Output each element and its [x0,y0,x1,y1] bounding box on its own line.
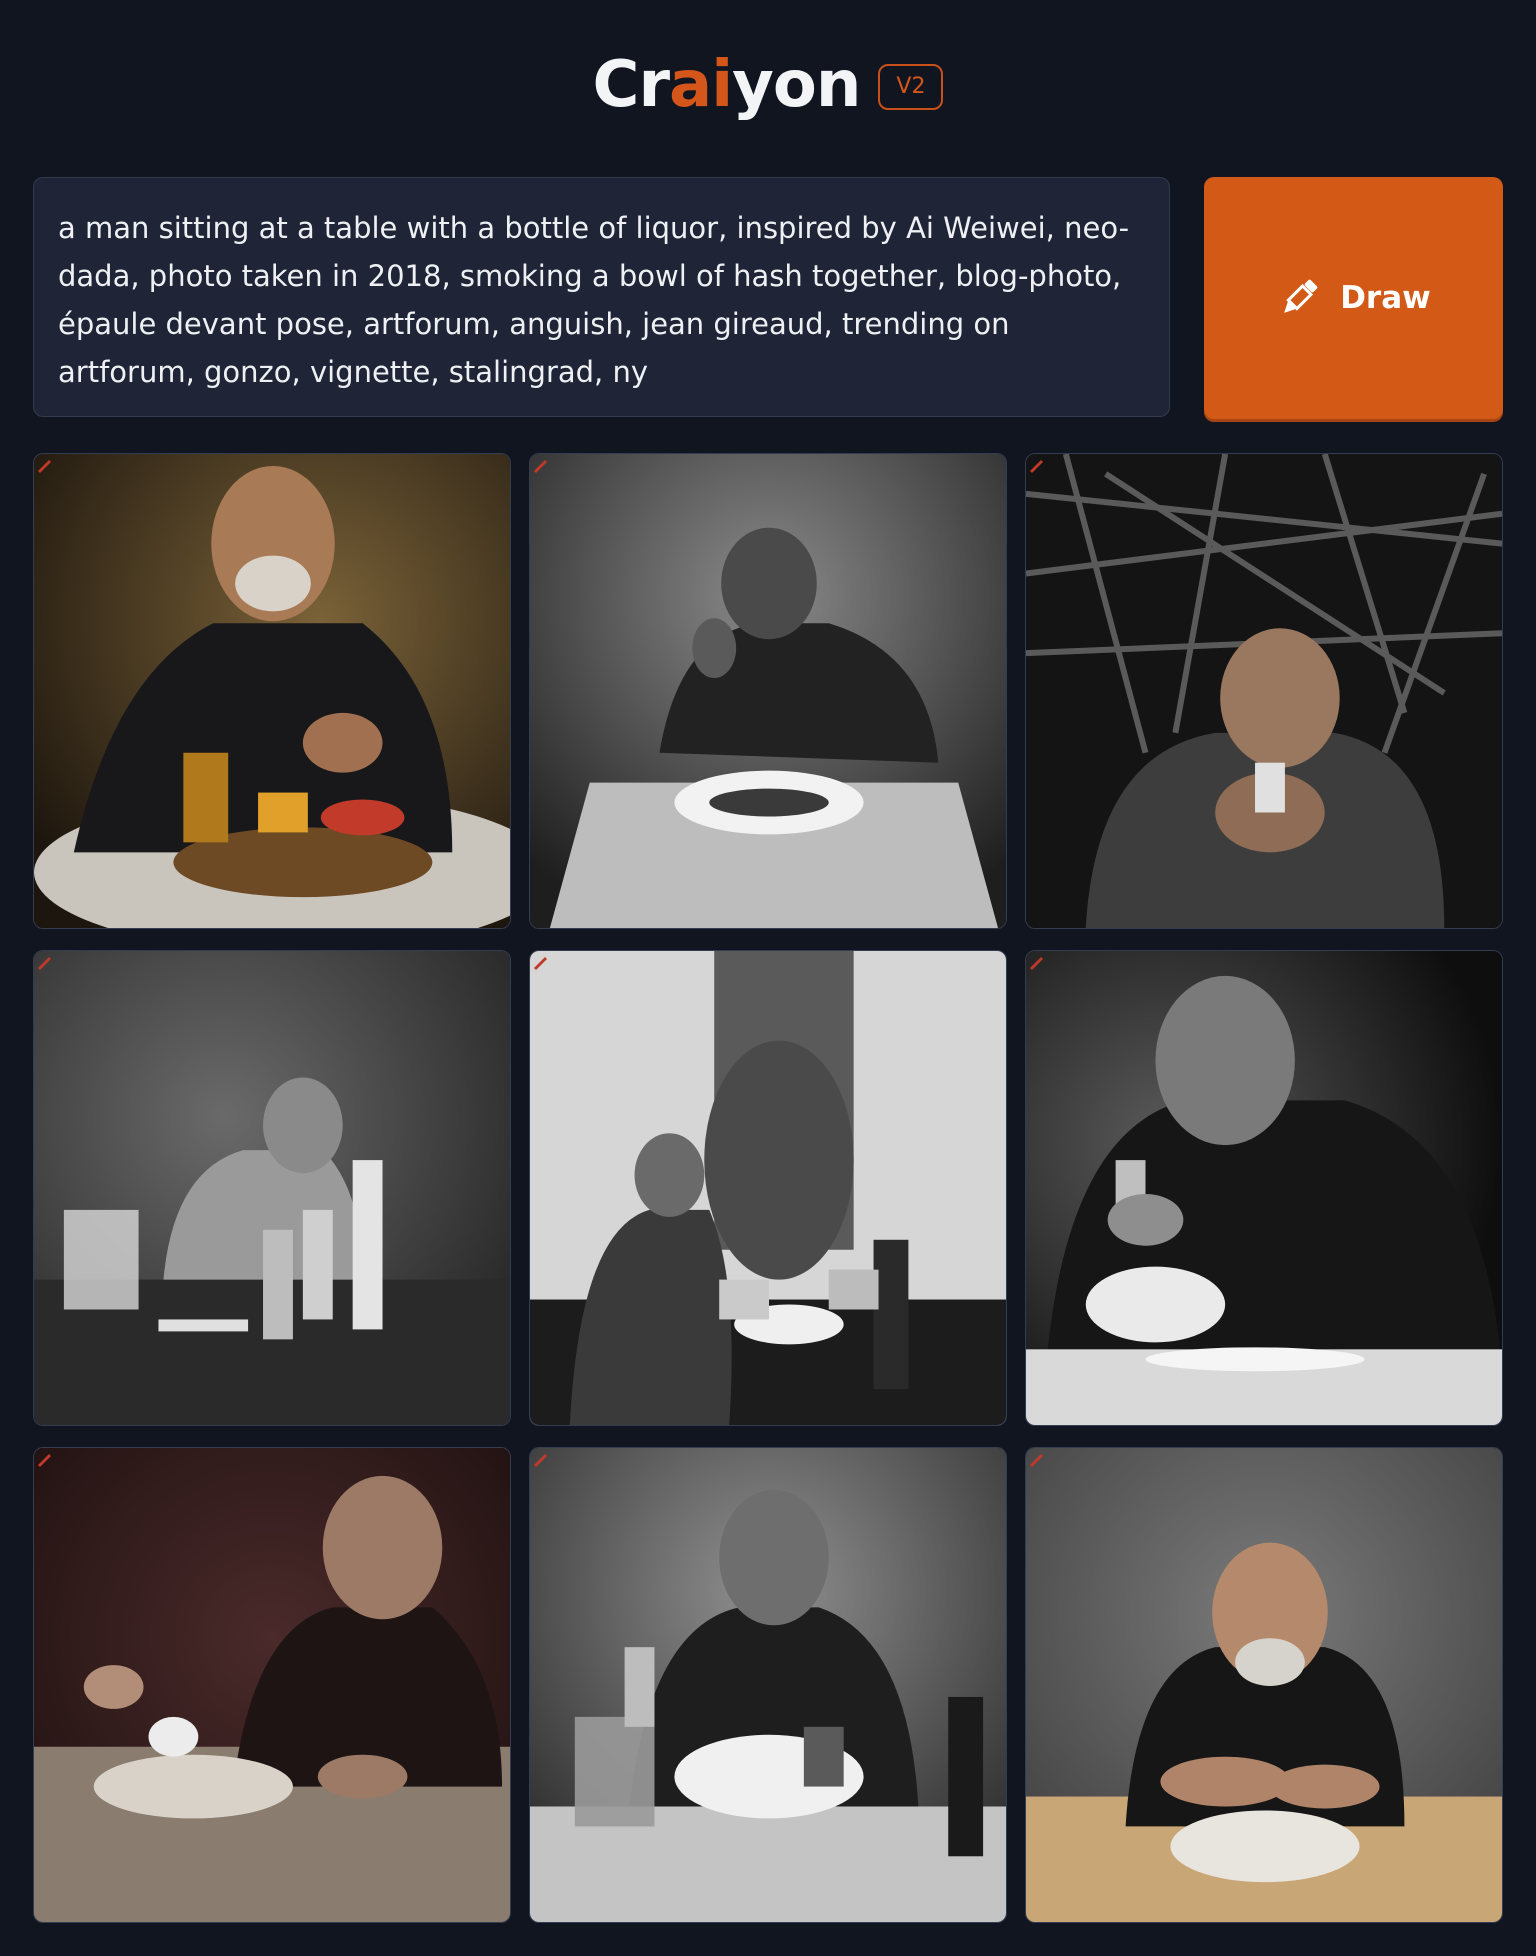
results-grid [33,453,1503,1923]
generated-photo [1026,454,1502,928]
craiyon-logo[interactable]: Craiyon [593,53,862,117]
crayon-watermark-icon [534,460,547,473]
result-image-1[interactable] [33,453,511,929]
result-image-4[interactable] [33,950,511,1426]
generated-photo [1026,951,1502,1425]
draw-button[interactable]: Draw [1204,177,1503,419]
result-image-8[interactable] [529,1447,1007,1923]
version-badge: V2 [878,64,944,110]
generated-photo [34,1448,510,1922]
crayon-watermark-icon [1030,1454,1043,1467]
crayon-watermark-icon [534,1454,547,1467]
result-image-3[interactable] [1025,453,1503,929]
generated-photo [34,454,510,928]
crayon-watermark-icon [1030,957,1043,970]
logo-part-cr: Cr [592,48,671,122]
logo-part-yon: yon [732,48,861,122]
result-image-5[interactable] [529,950,1007,1426]
crayon-watermark-icon [38,957,51,970]
result-image-9[interactable] [1025,1447,1503,1923]
result-image-7[interactable] [33,1447,511,1923]
result-image-6[interactable] [1025,950,1503,1426]
crayon-watermark-icon [38,1454,51,1467]
app-header: Craiyon V2 [0,0,1536,170]
generated-photo [530,951,1006,1425]
generated-photo [530,1448,1006,1922]
result-image-2[interactable] [529,453,1007,929]
generated-photo [34,951,510,1425]
generated-photo [1026,1448,1502,1922]
pencil-icon [1284,279,1318,313]
crayon-watermark-icon [38,460,51,473]
crayon-watermark-icon [534,957,547,970]
crayon-watermark-icon [1030,460,1043,473]
draw-button-label: Draw [1340,280,1431,316]
logo-part-ai: ai [669,48,733,122]
generated-photo [530,454,1006,928]
prompt-input[interactable]: a man sitting at a table with a bottle o… [33,177,1170,417]
